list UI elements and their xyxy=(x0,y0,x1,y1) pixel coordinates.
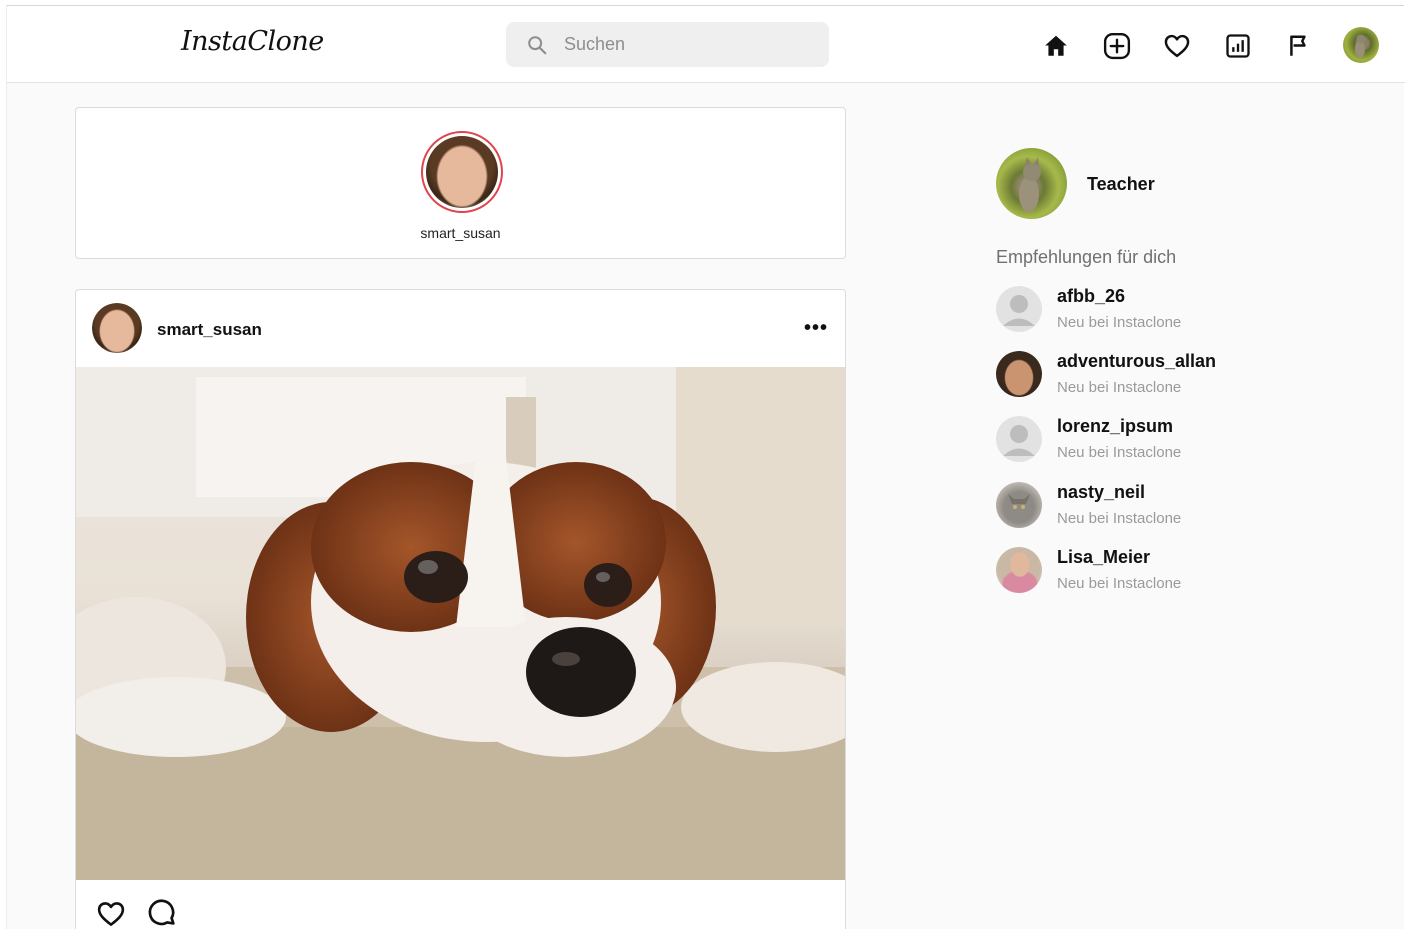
recommendation-item[interactable]: nasty_neil Neu bei Instaclone xyxy=(996,482,1296,532)
woman-portrait-icon xyxy=(426,136,498,208)
comment-icon[interactable] xyxy=(146,897,178,929)
recommendation-subtitle: Neu bei Instaclone xyxy=(1057,444,1182,461)
post-author-name[interactable]: smart_susan xyxy=(157,320,262,340)
default-avatar-icon xyxy=(996,286,1042,332)
heart-icon[interactable] xyxy=(1162,31,1192,61)
woman-portrait-icon xyxy=(996,547,1042,593)
like-heart-icon[interactable] xyxy=(96,899,126,929)
current-user-name[interactable]: Teacher xyxy=(1087,174,1155,195)
default-avatar-icon xyxy=(996,416,1042,462)
search-icon xyxy=(528,36,547,55)
home-icon[interactable] xyxy=(1041,31,1071,61)
cat-photo-icon xyxy=(1019,157,1041,212)
recommendation-item[interactable]: lorenz_ipsum Neu bei Instaclone xyxy=(996,416,1296,466)
profile-avatar[interactable] xyxy=(1343,27,1379,63)
recommendation-item[interactable]: afbb_26 Neu bei Instaclone xyxy=(996,286,1296,336)
app-logo[interactable]: InstaClone xyxy=(181,26,324,57)
cat-photo-icon xyxy=(996,482,1042,528)
recommendations-title: Empfehlungen für dich xyxy=(996,247,1177,267)
flag-icon[interactable] xyxy=(1284,31,1314,61)
recommendation-subtitle: Neu bei Instaclone xyxy=(1057,510,1182,527)
feed-post: smart_susan ••• xyxy=(75,289,846,929)
man-portrait-icon xyxy=(996,351,1042,397)
recommendation-item[interactable]: adventurous_allan Neu bei Instaclone xyxy=(996,351,1296,401)
recommendation-subtitle: Neu bei Instaclone xyxy=(1057,314,1182,331)
recommendation-username[interactable]: Lisa_Meier xyxy=(1057,547,1150,568)
recommendation-item[interactable]: Lisa_Meier Neu bei Instaclone xyxy=(996,547,1296,597)
top-navbar: InstaClone xyxy=(7,6,1405,83)
recommendation-subtitle: Neu bei Instaclone xyxy=(1057,575,1182,592)
story-avatar[interactable] xyxy=(421,131,503,213)
recommendation-username[interactable]: afbb_26 xyxy=(1057,286,1125,307)
post-author-avatar[interactable] xyxy=(92,303,142,353)
recommendation-username[interactable]: adventurous_allan xyxy=(1057,351,1216,372)
recommendation-subtitle: Neu bei Instaclone xyxy=(1057,379,1182,396)
more-options-icon[interactable]: ••• xyxy=(804,318,828,338)
current-user-avatar[interactable] xyxy=(996,148,1067,219)
stories-bar: smart_susan xyxy=(75,107,846,259)
story-username[interactable]: smart_susan xyxy=(76,225,845,241)
recommendation-username[interactable]: lorenz_ipsum xyxy=(1057,416,1173,437)
recommendation-username[interactable]: nasty_neil xyxy=(1057,482,1145,503)
post-actions-bar xyxy=(76,880,845,929)
woman-portrait-icon xyxy=(92,303,142,353)
search-bar[interactable] xyxy=(506,22,829,67)
stats-icon[interactable] xyxy=(1223,31,1253,61)
dog-photo-icon xyxy=(76,367,845,880)
post-image[interactable] xyxy=(76,367,845,880)
cat-photo-icon xyxy=(1355,34,1366,58)
page-frame: InstaClone Suchen smart_susan smart_susa… xyxy=(6,5,1405,929)
add-post-icon[interactable] xyxy=(1102,31,1132,61)
search-input[interactable] xyxy=(564,22,814,67)
